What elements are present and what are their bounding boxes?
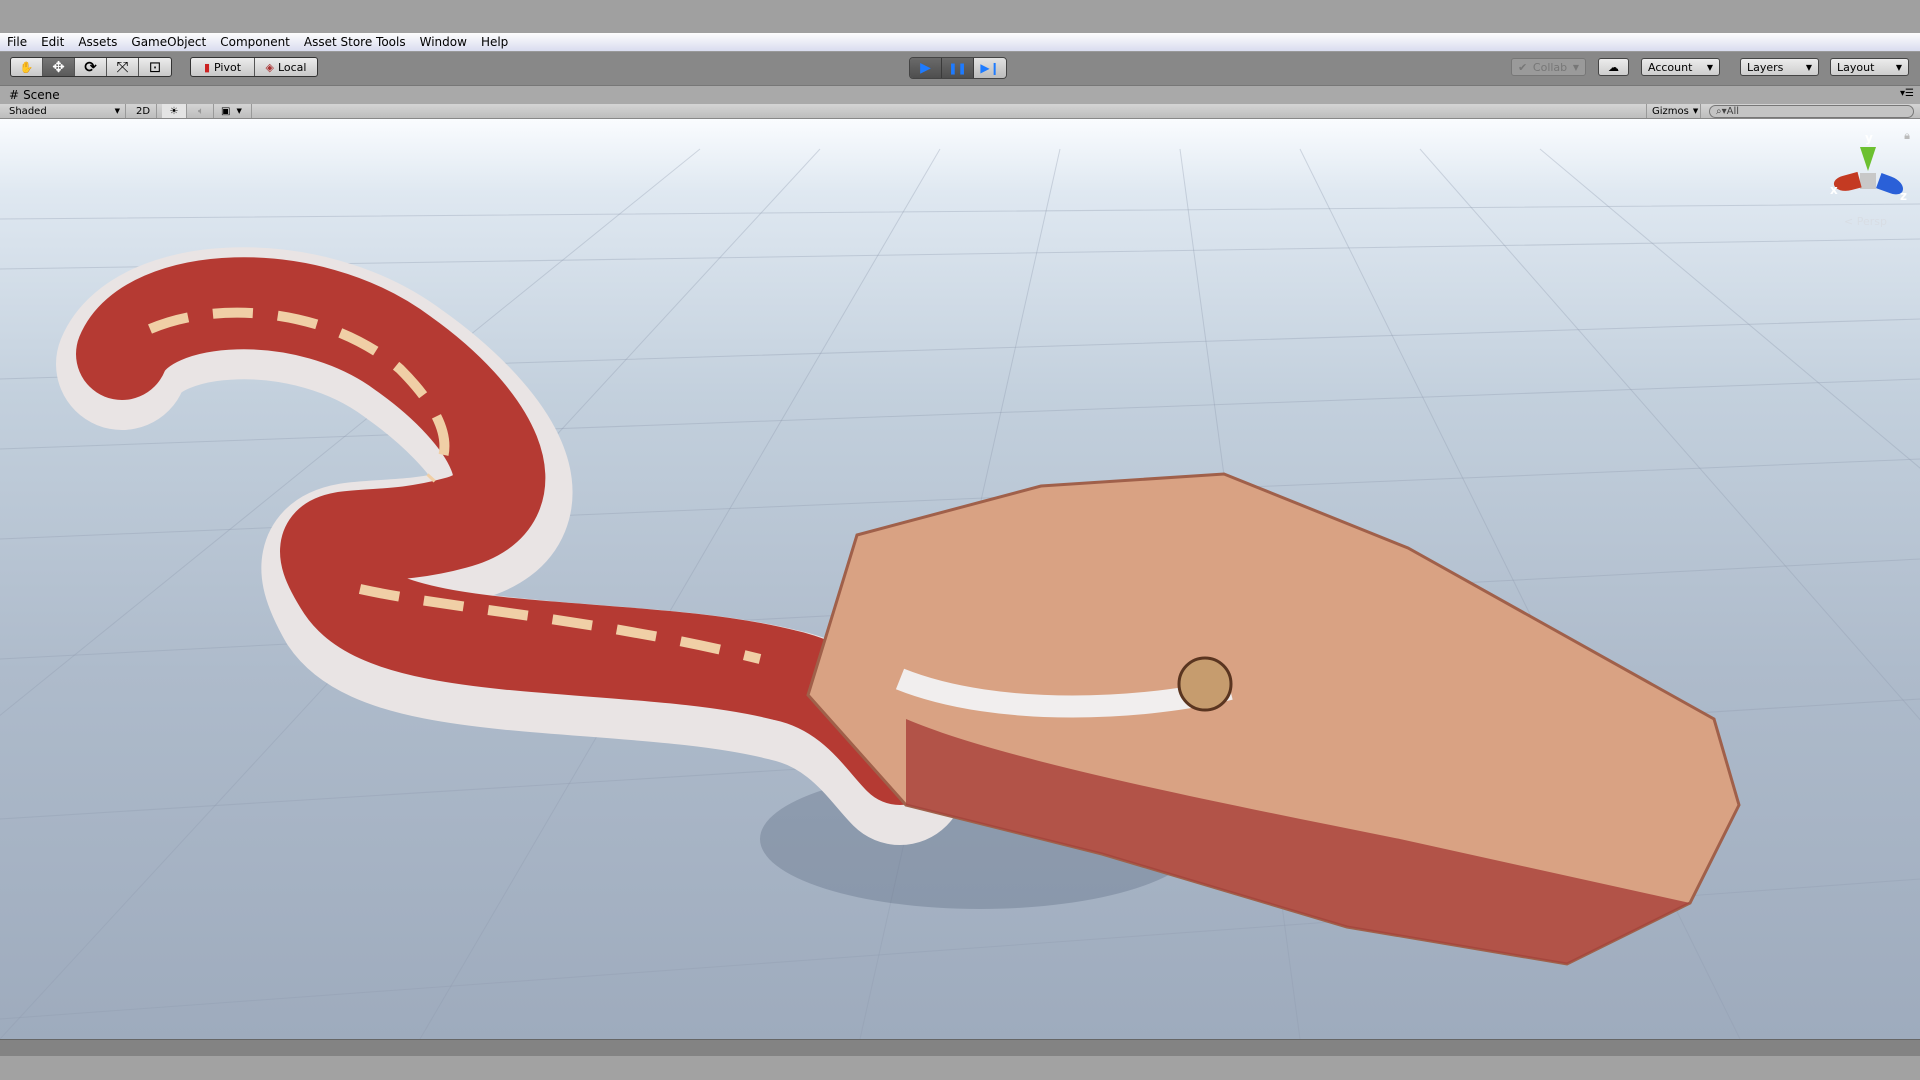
sun-icon: ☀ [169,105,179,117]
pause-icon: ❚❚ [948,61,967,75]
local-cube-icon: ◈ [265,60,274,74]
orientation-gizmo[interactable]: 🔒︎ y x z < Persp [1830,127,1910,237]
local-label: Local [277,60,307,74]
move-icon: ✥ [52,58,65,76]
step-icon: ▶❙ [980,61,1000,75]
chevron-down-icon: ▼ [1706,62,1713,72]
layers-dropdown[interactable]: Layers ▼ [1740,58,1819,76]
play-button[interactable]: ▶ [910,58,942,78]
account-dropdown[interactable]: Account ▼ [1641,58,1720,76]
menu-help[interactable]: Help [481,35,508,49]
shading-label: Shaded [9,105,47,117]
scene-viewport[interactable]: 🔒︎ y x z < Persp [0,119,1920,1039]
pivot-label: Pivot [214,60,242,74]
gizmos-label: Gizmos [1652,105,1689,117]
rect-tool-button[interactable]: ⊡ [139,58,171,76]
step-button[interactable]: ▶❙ [974,58,1006,78]
window-top-band [0,0,1920,33]
rotate-tool-button[interactable]: ⟳ [75,58,107,76]
pivot-button[interactable]: ▮ Pivot [191,58,255,76]
lock-icon[interactable]: 🔒︎ [1904,129,1910,143]
gizmos-dropdown[interactable]: Gizmos ▼ [1646,104,1701,118]
gizmo-y-cone [1860,147,1876,171]
scene-toolbar: Shaded ▼ 2D ☀ 🔈︎ ▣ ▼ Gizmos ▼ ⌕▾ All [0,104,1920,119]
chevron-down-icon: ▼ [1895,62,1902,72]
layout-label: Layout [1837,60,1875,74]
window-bottom-band [0,1056,1920,1080]
menu-bar: File Edit Assets GameObject Component As… [0,33,1920,52]
audio-toggle[interactable]: 🔈︎ [189,104,214,118]
pause-button[interactable]: ❚❚ [942,58,974,78]
2d-toggle[interactable]: 2D [131,104,157,118]
cloud-button[interactable]: ☁ [1598,58,1629,76]
search-placeholder: All [1726,106,1740,117]
pivot-icon: ▮ [203,60,211,74]
pivot-local-group: ▮ Pivot ◈ Local [190,57,318,77]
menu-gameobject[interactable]: GameObject [131,35,206,49]
hand-tool-button[interactable]: ✋ [11,58,43,76]
search-icon: ⌕▾ [1716,106,1727,117]
gizmo-center-cube [1860,173,1876,189]
2d-label: 2D [136,105,151,117]
check-icon: ✔ [1518,60,1528,74]
rect-icon: ⊡ [148,58,162,76]
chevron-down-icon: ▼ [1692,107,1699,115]
status-bar [0,1039,1920,1056]
scale-icon: ⤧ [116,58,129,76]
layout-dropdown[interactable]: Layout ▼ [1830,58,1909,76]
gizmo-y-label: y [1865,131,1873,145]
effects-dropdown[interactable]: ▣ ▼ [216,104,252,118]
menu-edit[interactable]: Edit [41,35,64,49]
rotate-icon: ⟳ [84,58,97,76]
chevron-down-icon: ▼ [114,107,120,115]
collab-label: Collab [1532,60,1568,74]
collab-dropdown[interactable]: ✔ Collab ▼ [1511,58,1586,76]
grid-icon: # [9,88,20,102]
gizmo-x-label: x [1830,183,1838,197]
lighting-toggle[interactable]: ☀ [162,104,187,118]
cloud-icon: ☁ [1608,60,1619,74]
shading-mode-dropdown[interactable]: Shaded ▼ [4,104,126,118]
play-icon: ▶ [920,60,931,76]
scene-tab[interactable]: # Scene ▾☰ [0,86,1920,104]
scale-tool-button[interactable]: ⤧ [107,58,139,76]
main-toolbar: ✋ ✥ ⟳ ⤧ ⊡ ▮ Pivot ◈ Local ▶ ❚❚ ▶❙ ✔ Collab ▼… [0,52,1920,86]
gizmo-z-label: z [1900,189,1907,203]
account-label: Account [1648,60,1693,74]
menu-assets[interactable]: Assets [78,35,117,49]
scene-render [0,148,1920,1039]
local-button[interactable]: ◈ Local [255,58,317,76]
scene-tab-label: Scene [23,88,60,102]
scene-search-input[interactable]: ⌕▾ All [1709,105,1914,118]
speaker-icon: 🔈︎ [198,105,204,117]
projection-label[interactable]: < Persp [1844,215,1887,228]
transform-tools: ✋ ✥ ⟳ ⤧ ⊡ [10,57,172,77]
chevron-down-icon: ▼ [236,107,242,115]
projection-text: Persp [1856,215,1887,228]
move-tool-button[interactable]: ✥ [43,58,75,76]
menu-component[interactable]: Component [220,35,290,49]
playback-controls: ▶ ❚❚ ▶❙ [909,57,1007,79]
menu-file[interactable]: File [7,35,27,49]
layers-label: Layers [1747,60,1784,74]
menu-asset-store-tools[interactable]: Asset Store Tools [304,35,406,49]
chevron-down-icon: ▼ [1805,62,1812,72]
hand-icon: ✋ [19,60,34,74]
chevron-down-icon: ▼ [1572,62,1579,72]
menu-window[interactable]: Window [420,35,467,49]
tab-menu-icon[interactable]: ▾☰ [1900,88,1914,99]
image-icon: ▣ [221,105,231,117]
